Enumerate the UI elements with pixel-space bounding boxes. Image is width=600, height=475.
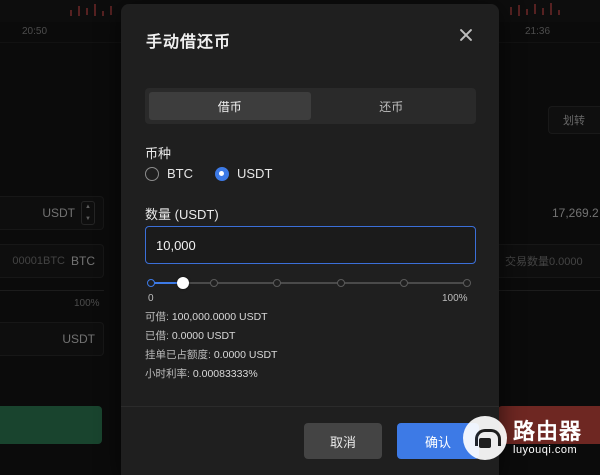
hourly-rate-row: 小时利率: 0.00083333%: [145, 366, 258, 381]
pending-order-value: 0.0000 USDT: [213, 349, 278, 361]
amount-label: 数量 (USDT): [145, 207, 219, 222]
slider-track: [151, 282, 467, 284]
dialog-title: 手动借还币: [146, 34, 232, 51]
currency-radio-group: BTC USDT: [145, 166, 294, 181]
currency-label: 币种: [145, 146, 172, 161]
watermark-en: luyouqi.com: [513, 444, 578, 457]
borrowable-key: 可借:: [145, 311, 169, 323]
radio-usdt-label: USDT: [237, 166, 273, 181]
borrowed-value: 0.0000 USDT: [171, 330, 236, 342]
watermark-text: 路由器 luyouqi.com: [513, 418, 583, 457]
radio-btc-label: BTC: [167, 166, 193, 181]
hourly-rate-key: 小时利率:: [145, 368, 190, 380]
amount-slider[interactable]: [147, 276, 471, 290]
pending-order-key: 挂单已占额度:: [145, 349, 211, 361]
borrowed-key: 已借:: [145, 330, 169, 342]
slider-step-node[interactable]: [210, 279, 219, 287]
slider-step-node[interactable]: [147, 279, 155, 287]
slider-step-node[interactable]: [273, 279, 282, 287]
cancel-button[interactable]: 取消: [304, 423, 382, 459]
footer-divider: [121, 406, 499, 407]
amount-input[interactable]: [145, 226, 476, 264]
slider-step-node[interactable]: [399, 279, 408, 287]
close-icon[interactable]: [457, 26, 475, 44]
borrow-repay-tabs: 借币 还币: [145, 88, 476, 124]
watermark-cn: 路由器: [513, 418, 583, 444]
hourly-rate-value: 0.00083333%: [192, 368, 258, 380]
borrowed-row: 已借: 0.0000 USDT: [145, 328, 235, 343]
site-watermark: 路由器 luyouqi.com: [463, 405, 600, 471]
radio-icon: [145, 166, 159, 181]
radio-checked-icon: [215, 166, 229, 181]
radio-btc[interactable]: BTC: [145, 166, 193, 181]
borrowable-row: 可借: 100,000.0000 USDT: [145, 309, 268, 324]
slider-step-node[interactable]: [463, 279, 471, 287]
borrowable-value: 100,000.0000 USDT: [171, 311, 268, 323]
slider-step-node[interactable]: [336, 279, 345, 287]
pending-order-row: 挂单已占额度: 0.0000 USDT: [145, 347, 277, 362]
tab-repay[interactable]: 还币: [311, 92, 473, 120]
router-logo-icon: [463, 416, 507, 460]
radio-usdt[interactable]: USDT: [215, 166, 272, 181]
slider-max-label: 100%: [442, 293, 468, 304]
slider-thumb[interactable]: [176, 277, 189, 289]
borrow-repay-dialog: 手动借还币 借币 还币 币种 BTC USDT 数量 (USDT) 0 100%…: [121, 4, 499, 475]
slider-min-label: 0: [148, 293, 154, 304]
tab-borrow[interactable]: 借币: [149, 92, 311, 120]
